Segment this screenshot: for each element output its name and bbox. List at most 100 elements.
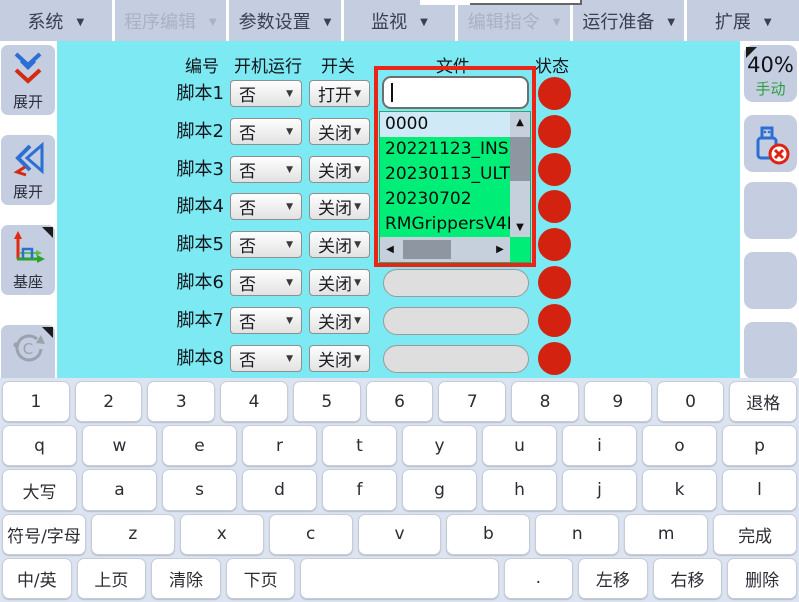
key-2[interactable]: 2 (75, 381, 143, 422)
key-4[interactable]: 4 (220, 381, 288, 422)
key-7[interactable]: 7 (438, 381, 506, 422)
key-v[interactable]: v (358, 514, 442, 555)
horizontal-scrollbar[interactable]: ◀ ▶ (380, 237, 510, 262)
move-left-key[interactable]: 左移 (578, 558, 648, 599)
menu-item-6[interactable]: 运行准备▼ (573, 0, 685, 41)
key-p[interactable]: p (722, 425, 797, 466)
key-a[interactable]: a (82, 469, 157, 510)
key-f[interactable]: f (322, 469, 397, 510)
switch-select-1[interactable]: 打开▼ (309, 80, 370, 107)
key-k[interactable]: k (642, 469, 717, 510)
key-l[interactable]: l (722, 469, 797, 510)
sidebar-button-展开[interactable]: 展开 (1, 45, 55, 115)
key-h[interactable]: h (482, 469, 557, 510)
lang-toggle-key[interactable]: 中/英 (2, 558, 72, 599)
key-m[interactable]: m (624, 514, 708, 555)
switch-select-7[interactable]: 关闭▼ (309, 307, 370, 334)
autorun-select-3[interactable]: 否▼ (230, 156, 302, 183)
select-value: 否 (239, 157, 256, 182)
panel-button-5[interactable] (744, 322, 797, 378)
file-option-2[interactable]: 20221123_INSPI (380, 137, 510, 162)
scroll-left-icon[interactable]: ◀ (380, 239, 400, 259)
key-y[interactable]: y (402, 425, 477, 466)
key-x[interactable]: x (180, 514, 264, 555)
period-key[interactable]: . (504, 558, 574, 599)
key-n[interactable]: n (535, 514, 619, 555)
autorun-select-2[interactable]: 否▼ (230, 118, 302, 145)
key-5[interactable]: 5 (293, 381, 361, 422)
move-right-key[interactable]: 右移 (653, 558, 723, 599)
panel-button-3[interactable] (744, 182, 797, 239)
vertical-scroll-thumb[interactable] (510, 137, 530, 181)
menu-item-3[interactable]: 参数设置▼ (229, 0, 341, 41)
switch-select-6[interactable]: 关闭▼ (309, 269, 370, 296)
key-3[interactable]: 3 (147, 381, 215, 422)
menu-item-label: 编辑指令 (468, 8, 540, 34)
key-c[interactable]: c (269, 514, 353, 555)
autorun-select-4[interactable]: 否▼ (230, 193, 302, 220)
key-z[interactable]: z (91, 514, 175, 555)
sidebar-button-recycle-icon[interactable]: C (1, 325, 55, 378)
file-field-8[interactable] (383, 345, 529, 373)
switch-select-5[interactable]: 关闭▼ (309, 231, 370, 258)
key-b[interactable]: b (446, 514, 530, 555)
switch-select-2[interactable]: 关闭▼ (309, 118, 370, 145)
scroll-down-icon[interactable]: ▼ (510, 217, 530, 237)
sidebar-button-基座[interactable]: 基座 (1, 225, 55, 295)
key-w[interactable]: w (82, 425, 157, 466)
symbol-toggle-key[interactable]: 符号/字母 (2, 514, 86, 555)
autorun-select-6[interactable]: 否▼ (230, 269, 302, 296)
key-j[interactable]: j (562, 469, 637, 510)
file-search-input[interactable] (382, 76, 529, 109)
file-option-3[interactable]: 20230113_ULTRA (380, 162, 510, 187)
key-u[interactable]: u (482, 425, 557, 466)
sidebar-button-展开[interactable]: 展开 (1, 135, 55, 205)
key-t[interactable]: t (322, 425, 397, 466)
key-8[interactable]: 8 (511, 381, 579, 422)
scroll-up-icon[interactable]: ▲ (510, 112, 530, 132)
scroll-right-icon[interactable]: ▶ (490, 239, 510, 259)
page-up-key[interactable]: 上页 (77, 558, 147, 599)
autorun-select-8[interactable]: 否▼ (230, 345, 302, 372)
file-option-5[interactable]: RMGrippersV4Mo (380, 212, 510, 237)
autorun-select-7[interactable]: 否▼ (230, 307, 302, 334)
key-o[interactable]: o (642, 425, 717, 466)
space-key[interactable] (300, 558, 498, 599)
status-indicator-1 (538, 77, 571, 110)
page-down-key[interactable]: 下页 (226, 558, 296, 599)
backspace-key[interactable]: 退格 (729, 381, 797, 422)
file-field-6[interactable] (383, 269, 529, 297)
file-option-1[interactable]: 0000 (380, 112, 510, 137)
switch-select-4[interactable]: 关闭▼ (309, 193, 370, 220)
speed-mode-button[interactable]: 40%手动 (744, 45, 797, 102)
key-e[interactable]: e (162, 425, 237, 466)
file-option-4[interactable]: 20230702 (380, 187, 510, 212)
done-key[interactable]: 完成 (713, 514, 797, 555)
delete-key[interactable]: 删除 (727, 558, 797, 599)
key-q[interactable]: q (2, 425, 77, 466)
vertical-scrollbar[interactable]: ▲ ▼ (510, 112, 530, 237)
key-r[interactable]: r (242, 425, 317, 466)
key-g[interactable]: g (402, 469, 477, 510)
switch-select-3[interactable]: 关闭▼ (309, 156, 370, 183)
switch-select-8[interactable]: 关闭▼ (309, 345, 370, 372)
menu-item-1[interactable]: 系统▼ (0, 0, 112, 41)
caps-key[interactable]: 大写 (2, 469, 77, 510)
autorun-select-1[interactable]: 否▼ (230, 80, 302, 107)
panel-button-4[interactable] (744, 252, 797, 309)
menu-item-4[interactable]: 监视▼ (344, 0, 456, 41)
clear-key[interactable]: 清除 (151, 558, 221, 599)
select-value: 关闭 (318, 119, 352, 144)
horizontal-scroll-thumb[interactable] (403, 240, 451, 259)
usb-disconnected-button[interactable] (744, 115, 797, 172)
key-i[interactable]: i (562, 425, 637, 466)
key-1[interactable]: 1 (2, 381, 70, 422)
autorun-select-5[interactable]: 否▼ (230, 231, 302, 258)
key-s[interactable]: s (162, 469, 237, 510)
key-6[interactable]: 6 (366, 381, 434, 422)
file-field-7[interactable] (383, 307, 529, 335)
key-9[interactable]: 9 (584, 381, 652, 422)
menu-item-7[interactable]: 扩展▼ (687, 0, 799, 41)
key-0[interactable]: 0 (657, 381, 725, 422)
key-d[interactable]: d (242, 469, 317, 510)
